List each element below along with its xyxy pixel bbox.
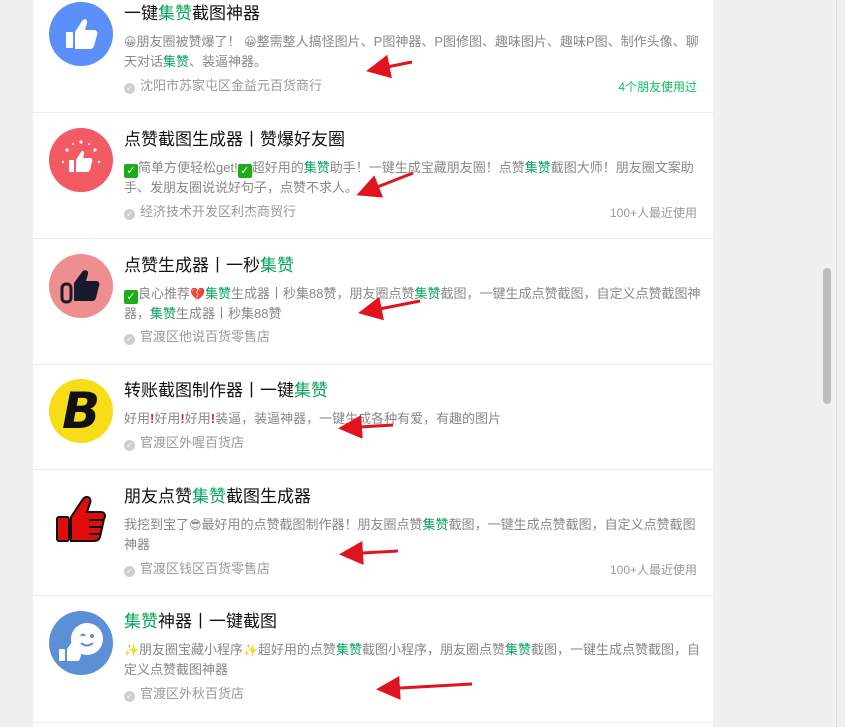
item-location: ✓ 经济技术开发区利杰商贸行 [124, 204, 296, 220]
list-item[interactable]: 一键集赞截图神器 😀朋友圈被赞爆了！ 😀整需整人搞怪图片、P图神器、P图修图、趣… [33, 0, 713, 113]
avatar [49, 128, 113, 192]
item-location: ✓ 官渡区钱区百货零售店 [124, 561, 270, 577]
item-description: 我挖到宝了😎最好用的点赞截图制作器！朋友圈点赞集赞截图，一键生成点赞截图，自定义… [124, 517, 696, 552]
avatar [49, 485, 113, 549]
verified-icon: ✓ [124, 566, 135, 577]
list-item[interactable]: 点赞生成器丨一秒集赞 ✓ 良心推荐💔集赞生成器丨秒集88赞，朋友圈点赞集赞截图，一… [33, 239, 713, 365]
avatar [49, 611, 113, 675]
item-title: 一键集赞截图神器 [124, 4, 260, 23]
item-title: 点赞截图生成器丨赞爆好友圈 [124, 130, 345, 149]
search-results-list: 一键集赞截图神器 😀朋友圈被赞爆了！ 😀整需整人搞怪图片、P图神器、P图修图、趣… [33, 0, 713, 727]
usage-badge: 100+人最近使用 [609, 563, 697, 577]
list-item[interactable]: B 转账截图制作器丨一键集赞 好用!好用!好用!装逼，装逼神器，一键生成各种有爱… [33, 365, 713, 470]
item-location: ✓ 官渡区外喔百货店 [124, 435, 244, 451]
usage-badge: 100+人最近使用 [609, 206, 697, 220]
item-location: ✓ 沈阳市苏家屯区金益元百货商行 [124, 78, 322, 94]
letter-b-icon: B [61, 382, 101, 440]
avatar: B [49, 379, 113, 443]
verified-icon: ✓ [124, 209, 135, 220]
thumbs-up-dark-icon [60, 270, 100, 304]
window-edge [836, 0, 837, 727]
list-item[interactable]: 集赞神器丨一键截图 ✨朋友圈宝藏小程序✨超好用的点赞集赞截图小程序，朋友圈点赞集… [33, 596, 713, 723]
item-description: 好用!好用!好用!装逼，装逼神器，一键生成各种有爱，有趣的图片 [124, 411, 502, 426]
verified-icon: ✓ [124, 440, 135, 451]
avatar [49, 254, 113, 318]
verified-icon: ✓ [124, 334, 135, 345]
red-thumbs-up-icon [56, 495, 106, 542]
item-title: 点赞生成器丨一秒集赞 [124, 256, 294, 275]
usage-badge: 4个朋友使用过 [618, 80, 697, 94]
item-location: ✓ 官渡区他说百货零售店 [124, 329, 270, 345]
avatar [49, 2, 113, 66]
wink-thumbs-up-icon [59, 623, 103, 661]
thumbs-up-icon [66, 19, 98, 49]
item-title: 转账截图制作器丨一键集赞 [124, 381, 328, 400]
item-description: 😀朋友圈被赞爆了！ 😀整需整人搞怪图片、P图神器、P图修图、趣味图片、趣味P图、… [124, 34, 699, 69]
item-title: 集赞神器丨一键截图 [124, 612, 277, 631]
list-item[interactable]: 点赞截图生成器丨赞爆好友圈 ✓ 简单方便轻松get! ✓ 超好用的集赞助手！一键生成宝… [33, 113, 713, 239]
item-description: ✨朋友圈宝藏小程序✨超好用的点赞集赞截图小程序，朋友圈点赞集赞截图，一键生成点赞… [124, 642, 700, 677]
item-title: 朋友点赞集赞截图生成器 [124, 487, 311, 506]
verified-icon: ✓ [124, 83, 135, 94]
item-description: ✓ 良心推荐💔集赞生成器丨秒集88赞，朋友圈点赞集赞截图，一键生成点赞截图，自定义… [124, 286, 701, 321]
sparkle-thumbs-up-icon [61, 140, 101, 172]
item-location: ✓ 官渡区外秋百货店 [124, 686, 244, 702]
verified-icon: ✓ [124, 691, 135, 702]
item-description: ✓ 简单方便轻松get! ✓ 超好用的集赞助手！一键生成宝藏朋友圈！点赞集赞截图大师！… [124, 160, 694, 195]
scrollbar-thumb[interactable] [823, 268, 831, 404]
list-item[interactable]: 朋友点赞集赞截图生成器 我挖到宝了😎最好用的点赞截图制作器！朋友圈点赞集赞截图，… [33, 470, 713, 596]
